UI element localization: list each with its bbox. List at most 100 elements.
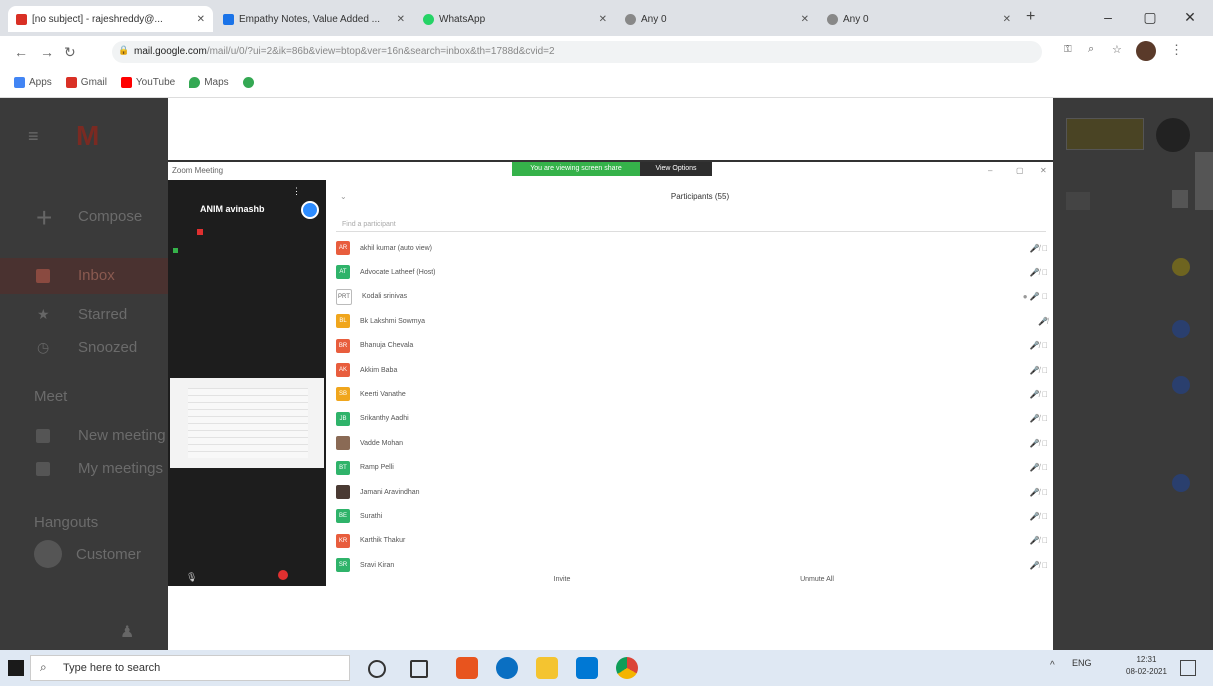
participant-row[interactable]: KR Karthik Thakur 🎤̸ ⃠	[336, 530, 1048, 552]
youtube-icon	[120, 77, 132, 88]
windows-start-icon[interactable]	[8, 660, 24, 676]
participant-avatar: SR	[336, 558, 350, 573]
maximize-icon[interactable]: ▢	[1016, 166, 1024, 175]
participant-row[interactable]: SR Sravi Kiran 🎤̸ ⃠	[336, 554, 1048, 576]
profile-avatar[interactable]	[1136, 41, 1156, 61]
new-tab-button[interactable]: +	[1026, 8, 1035, 26]
participant-row[interactable]: Vadde Mohan 🎤̸ ⃠	[336, 432, 1048, 454]
whatsapp-icon	[242, 77, 254, 88]
participant-row[interactable]: AT Advocate Latheef (Host) 🎤̸ ⃠	[336, 261, 1048, 283]
task-view-icon[interactable]	[410, 660, 428, 678]
view-options-button[interactable]: View Options	[640, 162, 712, 176]
forward-icon[interactable]: →	[40, 44, 54, 60]
close-icon[interactable]: ✕	[1040, 166, 1047, 175]
participant-row[interactable]: BR Bhanuja Chevala 🎤̸ ⃠	[336, 335, 1048, 357]
end-icon[interactable]	[278, 570, 288, 580]
participant-row[interactable]: Jamani Aravindhan 🎤̸ ⃠	[336, 481, 1048, 503]
participant-row[interactable]: SB Keerti Vanathe 🎤̸ ⃠	[336, 383, 1048, 405]
self-avatar	[301, 201, 319, 219]
participant-status-icons: 🎤̸ ⃠	[1029, 511, 1048, 521]
close-icon[interactable]: ✕	[1003, 14, 1011, 25]
participant-avatar: AT	[336, 265, 350, 280]
participant-avatar: KR	[336, 533, 350, 548]
screen-share-thumbnail[interactable]	[170, 378, 324, 468]
gmail-logo: M	[76, 120, 100, 151]
docs-icon	[223, 13, 234, 25]
bookmark-youtube[interactable]: YouTube	[120, 77, 175, 88]
tab-title: Empathy Notes, Value Added ...	[239, 13, 381, 25]
tab-title: Any 0	[641, 13, 667, 25]
language-indicator[interactable]: ENG	[1072, 658, 1092, 668]
store-icon[interactable]	[576, 657, 598, 679]
close-icon[interactable]: ✕	[397, 14, 405, 25]
bookmark-apps[interactable]: Apps	[14, 77, 52, 88]
contacts-icon	[1172, 474, 1190, 492]
close-window-button[interactable]: ✕	[1170, 6, 1210, 28]
clock-icon: ◷	[37, 339, 50, 355]
participant-row[interactable]: PRT Kodali srinivas ● 🎤 ⃠	[336, 286, 1048, 308]
zoom-window-title: Zoom Meeting	[172, 166, 224, 175]
file-explorer-icon[interactable]	[536, 657, 558, 679]
tab-gmail[interactable]: [no subject] - rajeshreddy@... ✕	[8, 6, 213, 32]
notifications-icon[interactable]	[1180, 660, 1196, 676]
participant-row[interactable]: AK Akkim Baba 🎤̸ ⃠	[336, 359, 1048, 381]
star-icon[interactable]: ☆	[1112, 43, 1122, 56]
office-icon[interactable]	[456, 657, 478, 679]
bookmark-extra[interactable]	[242, 77, 254, 88]
maximize-button[interactable]: ▢	[1130, 6, 1170, 28]
hamburger-icon: ≡	[28, 126, 39, 146]
globe-icon	[827, 13, 838, 25]
meet-new: New meeting	[78, 427, 166, 444]
reload-icon[interactable]: ↻	[64, 44, 76, 61]
unmute-all-button[interactable]: Unmute All	[792, 576, 842, 583]
tab-any-1[interactable]: Any 0 ✕	[617, 6, 817, 32]
compose-plus-icon: +	[36, 202, 53, 233]
zoom-lens-icon[interactable]: ⌕	[1088, 43, 1094, 56]
search-icon: ⌕	[40, 660, 47, 674]
whatsapp-icon	[423, 13, 434, 25]
tab-whatsapp[interactable]: WhatsApp ✕	[415, 6, 615, 32]
more-icon[interactable]: ⋮	[292, 186, 301, 197]
participant-avatar	[336, 485, 350, 499]
participant-name: Srikanthy Aadhi	[360, 415, 409, 423]
invite-button[interactable]: Invite	[548, 576, 576, 583]
taskbar-search-input[interactable]: Type here to search	[30, 655, 350, 681]
close-icon[interactable]: ✕	[599, 14, 607, 25]
chrome-icon[interactable]	[616, 657, 638, 679]
close-icon[interactable]: ✕	[197, 14, 205, 25]
participant-row[interactable]: AR akhil kumar (auto view) 🎤̸ ⃠	[336, 237, 1048, 259]
tray-chevron-icon[interactable]: ^	[1050, 660, 1055, 671]
back-icon[interactable]: ←	[14, 44, 28, 60]
menu-icon[interactable]: ⋮	[1170, 42, 1183, 58]
tab-any-2[interactable]: Any 0 ✕	[819, 6, 1019, 32]
participant-row[interactable]: BE Surathi 🎤̸ ⃠	[336, 505, 1048, 527]
nav-snoozed: Snoozed	[78, 339, 138, 356]
clock[interactable]: 12:31 08-02-2021	[1126, 654, 1167, 678]
participant-status-icons: 🎤̸ ⃠	[1029, 243, 1048, 253]
participant-status-icons: 🎤̸ ⃠	[1029, 341, 1048, 351]
shared-document-preview	[188, 388, 308, 458]
minimize-button[interactable]: –	[1088, 6, 1128, 28]
close-icon[interactable]: ✕	[801, 14, 809, 25]
mic-icon[interactable]: 🎙	[186, 572, 197, 583]
hangouts-contact: Customer	[76, 546, 142, 563]
edge-icon[interactable]	[496, 657, 518, 679]
participant-avatar: BL	[336, 314, 350, 329]
participant-status-icons: 🎤̸ ⃠	[1029, 438, 1048, 448]
participant-row[interactable]: BT Ramp Pelli 🎤̸ ⃠	[336, 457, 1048, 479]
minimize-icon[interactable]: –	[988, 166, 992, 175]
collapse-icon[interactable]: ⌄	[340, 192, 347, 201]
participant-row[interactable]: JB Srikanthy Aadhi 🎤̸ ⃠	[336, 408, 1048, 430]
cortana-icon[interactable]	[368, 660, 386, 678]
meet-heading: Meet	[34, 388, 68, 405]
key-icon[interactable]: ⚿	[1064, 44, 1072, 55]
bookmark-maps[interactable]: Maps	[189, 77, 229, 88]
bookmark-gmail[interactable]: Gmail	[65, 77, 107, 88]
audio-indicator-icon	[173, 248, 178, 253]
tab-empathy[interactable]: Empathy Notes, Value Added ... ✕	[215, 6, 413, 32]
participant-search-input[interactable]: Find a participant	[336, 218, 1046, 232]
address-bar[interactable]: mail.google.com/mail/u/0/?ui=2&ik=86b&vi…	[112, 41, 1042, 63]
participant-row[interactable]: BL Bk Lakshmi Sowmya 🎤̸	[336, 310, 1048, 332]
clock-time: 12:31	[1136, 655, 1157, 664]
participant-name: Ramp Pelli	[360, 464, 394, 472]
